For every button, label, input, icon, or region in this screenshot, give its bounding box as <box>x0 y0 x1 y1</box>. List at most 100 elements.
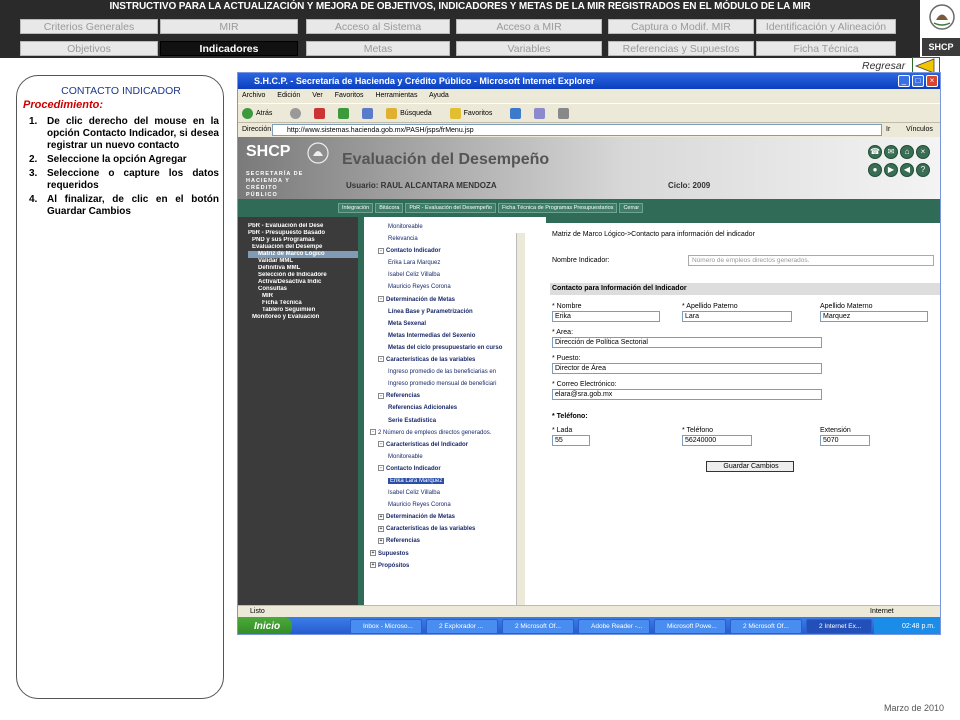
leftnav-item[interactable]: PND y sus Programas <box>248 237 358 244</box>
leftnav-item[interactable]: PbR - Presupuesto Basado <box>248 230 358 237</box>
tree-item[interactable]: Monitoreable <box>370 451 538 463</box>
collapse-icon[interactable]: - <box>378 247 384 254</box>
leftnav-item-selected[interactable]: Matriz de Marco Lógico <box>248 251 358 258</box>
apellido-paterno-input[interactable]: Lara <box>682 311 792 322</box>
leftnav-item[interactable]: Ficha Técnica <box>248 300 358 307</box>
record-icon[interactable]: ● <box>868 163 882 177</box>
forward-button[interactable] <box>290 107 304 119</box>
tree-item[interactable]: + Supuestos <box>370 548 538 560</box>
expand-icon[interactable]: + <box>370 562 376 569</box>
tree-item[interactable]: + Características de las variables <box>370 523 538 535</box>
address-input[interactable]: http://www.sistemas.hacienda.gob.mx/PASH… <box>272 124 882 136</box>
leftnav-item[interactable]: Activa/Desactiva Indic <box>248 279 358 286</box>
tree-item[interactable]: Serie Estadística <box>370 415 538 427</box>
stop-button[interactable] <box>314 107 328 119</box>
menu-herramientas[interactable]: Herramientas <box>375 92 417 99</box>
tree-item[interactable]: - Características de las variables <box>370 354 538 366</box>
collapse-icon[interactable]: - <box>378 465 384 472</box>
start-button[interactable]: Inicio <box>238 617 292 634</box>
tree-item[interactable]: Metas del ciclo presupuestario en curso <box>370 342 538 354</box>
nav-captura-modif-mir[interactable]: Captura o Modif. MIR <box>608 19 754 34</box>
menu-favoritos[interactable]: Favoritos <box>335 92 364 99</box>
leftnav-item[interactable]: Validar MML <box>248 258 358 265</box>
tree-item[interactable]: Ingreso promedio de las beneficiarias en <box>370 366 538 378</box>
nombre-indicador-select[interactable]: Número de empleos directos generados. <box>688 255 934 266</box>
taskbar-item[interactable]: 2 Microsoft Of... <box>730 619 802 634</box>
nav-ficha-tecnica[interactable]: Ficha Técnica <box>756 41 896 56</box>
home-icon[interactable]: ⌂ <box>900 145 914 159</box>
expand-icon[interactable]: + <box>378 537 384 544</box>
collapse-icon[interactable]: - <box>370 429 376 436</box>
menu-ver[interactable]: Ver <box>312 92 323 99</box>
collapse-icon[interactable]: - <box>378 356 384 363</box>
correo-input[interactable]: elara@sra.gob.mx <box>552 389 822 400</box>
collapse-icon[interactable]: - <box>378 441 384 448</box>
leftnav-item[interactable]: Tablero Seguimien <box>248 307 358 314</box>
expand-icon[interactable]: + <box>378 525 384 532</box>
mail-button[interactable] <box>534 107 548 119</box>
help-icon[interactable]: ? <box>916 163 930 177</box>
tree-item[interactable]: -2 Número de empleos directos generados. <box>370 427 538 439</box>
nav-indicadores[interactable]: Indicadores <box>160 41 298 56</box>
nav-objetivos[interactable]: Objetivos <box>20 41 158 56</box>
tree-item[interactable]: Relevancia <box>370 233 538 245</box>
tab-cerrar[interactable]: Cerrar <box>619 203 644 213</box>
favorites-button[interactable]: Favoritos <box>449 107 501 119</box>
nav-mir[interactable]: MIR <box>160 19 298 34</box>
phone-icon[interactable]: ☎ <box>868 145 882 159</box>
prev-icon[interactable]: ◀ <box>900 163 914 177</box>
close-button[interactable]: × <box>926 75 938 87</box>
tree-item[interactable]: - Características del Indicador <box>370 439 538 451</box>
links-button[interactable]: Vínculos <box>906 123 933 137</box>
area-input[interactable]: Dirección de Política Sectorial <box>552 337 822 348</box>
collapse-icon[interactable]: - <box>378 295 384 302</box>
home-button[interactable] <box>362 107 376 119</box>
tree-item[interactable]: - Referencias <box>370 390 538 402</box>
tree-item-contacto-indicador[interactable]: - Contacto Indicador <box>370 245 538 257</box>
tree-item[interactable]: + Propósitos <box>370 560 538 572</box>
nav-metas[interactable]: Metas <box>306 41 450 56</box>
tab-ficha-tecnica[interactable]: Ficha Técnica de Programas Presupuestari… <box>497 203 618 213</box>
expand-icon[interactable]: + <box>370 549 376 556</box>
leftnav-item[interactable]: Selección de Indicadore <box>248 272 358 279</box>
tree-item[interactable]: + Referencias <box>370 535 538 547</box>
back-button[interactable]: Atrás <box>242 107 280 119</box>
tree-item[interactable]: Isabel Celiz Villalba <box>370 269 538 281</box>
tree-item[interactable]: Referencias Adicionales <box>370 402 538 414</box>
leftnav-item[interactable]: MIR <box>248 293 358 300</box>
taskbar-item[interactable]: Inbox - Microso... <box>350 619 422 634</box>
tree-item[interactable]: Metas Intermedias del Sexenio <box>370 330 538 342</box>
tree-item[interactable]: Ingreso promedio mensual de beneficiari <box>370 378 538 390</box>
tree-item[interactable]: Monitoreable <box>370 221 538 233</box>
tab-pbr-evaluacion[interactable]: PbR - Evaluación del Desempeño <box>405 203 496 213</box>
guardar-cambios-button[interactable]: Guardar Cambios <box>706 461 794 472</box>
leftnav-item[interactable]: Definitiva MML <box>248 265 358 272</box>
nav-referencias-supuestos[interactable]: Referencias y Supuestos <box>608 41 754 56</box>
taskbar-item[interactable]: 2 Microsoft Of... <box>502 619 574 634</box>
tree-item[interactable]: Isabel Celiz Villalba <box>370 487 538 499</box>
close-icon[interactable]: × <box>916 145 930 159</box>
collapse-icon[interactable]: - <box>378 392 384 399</box>
nav-variables[interactable]: Variables <box>456 41 602 56</box>
tree-item-contacto-indicador[interactable]: - Contacto Indicador <box>370 463 538 475</box>
taskbar-item[interactable]: Microsoft Powe... <box>654 619 726 634</box>
leftnav-item[interactable]: PbR - Evaluación del Dese <box>248 223 358 230</box>
tree-item[interactable]: Erika Lara Marquez <box>370 257 538 269</box>
nombre-input[interactable]: Erika <box>552 311 660 322</box>
puesto-input[interactable]: Director de Área <box>552 363 822 374</box>
regresar-label[interactable]: Regresar <box>862 60 905 72</box>
leftnav-item[interactable]: Monitoreo y Evaluación <box>248 314 358 321</box>
maximize-button[interactable]: □ <box>912 75 924 87</box>
lada-input[interactable]: 55 <box>552 435 590 446</box>
minimize-button[interactable]: _ <box>898 75 910 87</box>
nav-acceso-sistema[interactable]: Acceso al Sistema <box>306 19 450 34</box>
go-button[interactable]: Ir <box>886 123 890 137</box>
mail-icon[interactable]: ✉ <box>884 145 898 159</box>
tree-item[interactable]: Mauricio Reyes Corona <box>370 281 538 293</box>
nav-criterios-generales[interactable]: Criterios Generales <box>20 19 158 34</box>
tab-bitacora[interactable]: Bitácora <box>375 203 404 213</box>
leftnav-item[interactable]: Evaluación del Desempe <box>248 244 358 251</box>
tree-item[interactable]: + Determinación de Metas <box>370 511 538 523</box>
menu-archivo[interactable]: Archivo <box>242 92 265 99</box>
taskbar-item[interactable]: 2 Explorador ... <box>426 619 498 634</box>
